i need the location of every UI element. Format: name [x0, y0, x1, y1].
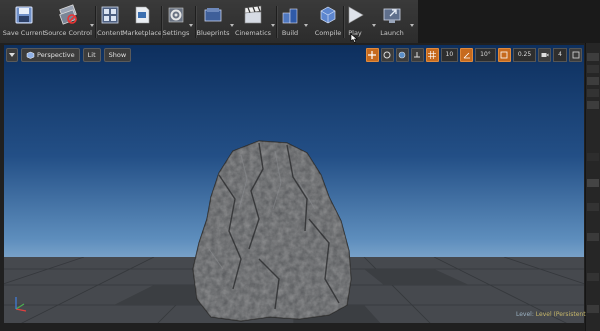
toolbar-empty-area	[418, 0, 600, 43]
camera-speed-button[interactable]	[538, 48, 552, 62]
details-row[interactable]	[587, 273, 599, 281]
launch-label: Launch	[380, 29, 404, 37]
blueprints-dropdown[interactable]	[230, 24, 234, 27]
marketplace-label: Marketplace	[122, 29, 162, 37]
outliner-row[interactable]	[587, 101, 599, 109]
camera-speed-value[interactable]: 4	[553, 48, 567, 62]
compile-label: Compile	[314, 29, 342, 37]
build-dropdown[interactable]	[304, 24, 308, 27]
save-current-button[interactable]: Save Current	[2, 2, 46, 42]
rotation-snap-toggle[interactable]	[460, 48, 474, 62]
rotate-icon	[383, 51, 391, 59]
outliner-row[interactable]	[587, 77, 599, 85]
toolbar-separator	[276, 6, 277, 38]
toolbar-separator	[95, 6, 96, 38]
cinematics-button[interactable]: Cinematics	[234, 2, 272, 42]
rotate-mode-button[interactable]	[380, 48, 394, 62]
level-viewport[interactable]	[4, 45, 584, 323]
scale-snap-toggle[interactable]	[497, 48, 511, 62]
source-control-button[interactable]: Source Control	[44, 2, 92, 42]
move-icon	[368, 51, 377, 59]
details-row[interactable]	[587, 233, 599, 241]
cinematics-dropdown[interactable]	[271, 24, 275, 27]
source-control-label: Source Control	[44, 29, 92, 37]
axis-gizmo	[15, 297, 27, 312]
play-dropdown[interactable]	[372, 24, 376, 27]
outliner-row[interactable]	[587, 89, 599, 97]
details-row[interactable]	[587, 203, 599, 211]
source-control-dropdown[interactable]	[90, 24, 94, 27]
grid-snap-value[interactable]: 10	[440, 48, 459, 62]
lit-label: Lit	[87, 51, 96, 59]
cinematics-icon	[244, 5, 262, 24]
level-name: Level (Persistent)	[535, 311, 588, 318]
marketplace-icon	[135, 6, 150, 24]
perspective-button[interactable]: Perspective	[21, 48, 80, 62]
play-icon	[348, 6, 364, 24]
content-button[interactable]: Content	[97, 2, 123, 42]
main-toolbar: Save Current Source Control Content Mark…	[0, 0, 600, 44]
settings-icon	[168, 7, 184, 23]
launch-dropdown[interactable]	[410, 24, 414, 27]
blueprints-button[interactable]: Blueprints	[196, 2, 230, 42]
launch-icon	[383, 8, 401, 23]
mouse-cursor-icon	[350, 33, 358, 43]
save-current-label: Save Current	[2, 29, 46, 37]
viewport-toolbar-left: Perspective Lit Show	[6, 48, 132, 62]
current-level-indicator: Level: Level (Persistent)	[516, 311, 588, 318]
level-prefix: Level:	[516, 311, 534, 318]
camera-icon	[541, 53, 549, 57]
details-search-field[interactable]	[587, 179, 599, 187]
rock-mesh[interactable]	[189, 139, 359, 323]
outliner-row[interactable]	[587, 53, 599, 61]
chevron-down-icon	[9, 52, 15, 57]
cinematics-label: Cinematics	[234, 29, 272, 37]
launch-button[interactable]: Launch	[378, 2, 406, 42]
grid-icon	[428, 51, 437, 59]
grid-snap-toggle[interactable]	[425, 48, 439, 62]
surface-snap-icon	[414, 52, 421, 58]
scale-mode-button[interactable]	[395, 48, 409, 62]
compile-button[interactable]: Compile	[314, 2, 342, 42]
content-browser-icon	[101, 6, 119, 24]
blueprints-icon	[204, 8, 222, 22]
perspective-label: Perspective	[37, 51, 75, 59]
details-row[interactable]	[587, 305, 599, 313]
maximize-icon	[572, 51, 579, 59]
save-icon	[15, 6, 33, 24]
build-button[interactable]: Build	[280, 2, 300, 42]
outliner-row[interactable]	[587, 65, 599, 73]
show-label: Show	[108, 51, 127, 59]
settings-dropdown[interactable]	[189, 24, 193, 27]
maximize-viewport-button[interactable]	[569, 48, 582, 62]
blueprints-label: Blueprints	[196, 29, 230, 37]
transform-mode-button[interactable]	[365, 48, 379, 62]
lit-button[interactable]: Lit	[82, 48, 101, 62]
settings-label: Settings	[162, 29, 190, 37]
compile-icon	[320, 6, 336, 24]
details-tab[interactable]	[587, 153, 599, 161]
scale-snap-value[interactable]: 0.25	[512, 48, 537, 62]
details-panel-edge	[586, 43, 600, 331]
settings-button[interactable]: Settings	[163, 2, 189, 42]
build-icon	[282, 8, 298, 24]
perspective-cube-icon	[26, 51, 35, 59]
world-icon	[398, 51, 406, 59]
build-label: Build	[281, 29, 299, 37]
rotation-snap-value[interactable]: 10°	[475, 48, 496, 62]
angle-icon	[463, 52, 470, 59]
scale-icon	[500, 51, 508, 59]
viewport-toolbar-right: 10 10° 0.25 4	[365, 48, 582, 62]
show-button[interactable]: Show	[103, 48, 132, 62]
marketplace-button[interactable]: Marketplace	[122, 2, 162, 42]
surface-snap-button[interactable]	[410, 48, 424, 62]
content-label: Content	[97, 29, 123, 37]
source-control-icon	[59, 4, 77, 25]
viewport-options-button[interactable]	[6, 48, 18, 62]
